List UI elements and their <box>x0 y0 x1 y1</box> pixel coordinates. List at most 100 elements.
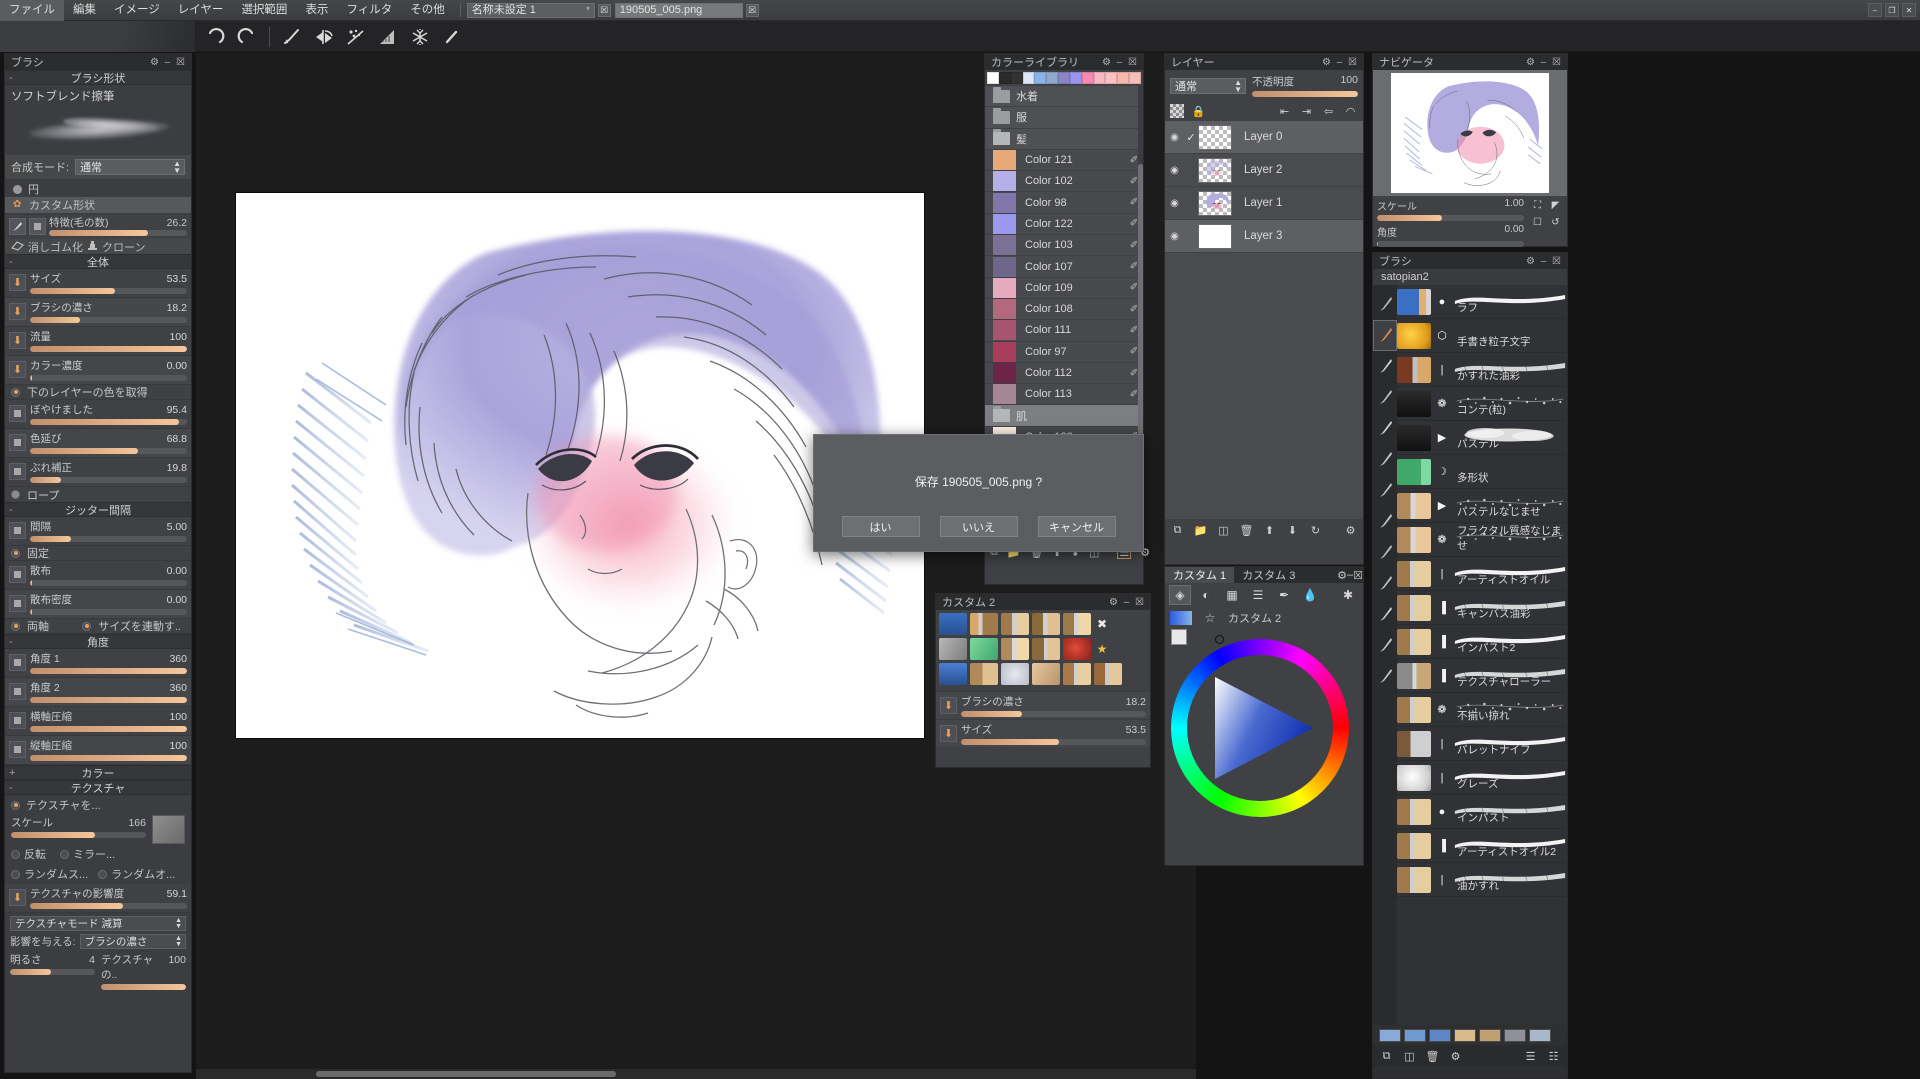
param-slider[interactable] <box>30 317 187 323</box>
custom2-brush-cell[interactable] <box>1094 663 1122 685</box>
color-list-item[interactable]: Color 103 ✐ <box>985 235 1143 257</box>
param-slider[interactable] <box>30 477 187 483</box>
texture-influence-slider[interactable] <box>30 903 187 909</box>
brush-swatch-3[interactable] <box>1454 1028 1476 1042</box>
undo-icon[interactable] <box>200 23 230 51</box>
menu-item-3[interactable]: レイヤー <box>169 0 233 21</box>
color-list-item[interactable]: Color 122 ✐ <box>985 213 1143 236</box>
color-chip[interactable] <box>993 192 1016 213</box>
brush-7-icon[interactable] <box>1373 568 1397 599</box>
sv-triangle[interactable] <box>1171 639 1349 817</box>
brush-5-icon[interactable] <box>1373 444 1397 475</box>
download-icon[interactable]: ⬇ <box>940 725 957 742</box>
color-chip[interactable] <box>993 277 1016 298</box>
brush-6-icon[interactable] <box>1373 475 1397 506</box>
add-folder-icon[interactable]: 📁 <box>1193 523 1208 538</box>
color-chip[interactable] <box>993 213 1016 234</box>
merge-up-icon[interactable]: ⇦ <box>1321 104 1336 119</box>
x-icon[interactable]: ✱ <box>1337 585 1359 605</box>
brush-4-icon[interactable] <box>1373 382 1397 413</box>
swatch-4[interactable] <box>1034 72 1047 84</box>
square-icon[interactable] <box>9 566 26 583</box>
radio-icon[interactable] <box>11 490 20 499</box>
panel-header[interactable]: カラーライブラリ ⚙ – ☒ <box>985 54 1143 70</box>
close-icon[interactable]: ☒ <box>1550 56 1563 69</box>
panel-header[interactable]: ブラシ ⚙ – ☒ <box>1373 253 1567 269</box>
shape-option-1[interactable]: ✿ カスタム形状 <box>5 197 191 213</box>
square-icon[interactable] <box>9 434 26 451</box>
download-icon[interactable]: ⬇ <box>9 332 26 349</box>
foreground-color-swatch[interactable] <box>1171 629 1187 645</box>
custom2-brush-cell[interactable] <box>1001 613 1029 635</box>
download-icon[interactable]: ⬇ <box>9 889 26 906</box>
color-folder[interactable]: 水着 <box>985 86 1143 108</box>
color-wheel[interactable] <box>1165 629 1363 854</box>
download-icon[interactable]: ⬇ <box>9 274 26 291</box>
brush-item[interactable]: ▶ パステルなじませ <box>1397 489 1567 523</box>
color-wheel-icon[interactable]: ◈ <box>1169 585 1191 605</box>
collapse-toggle[interactable]: - <box>9 72 13 84</box>
merge-down-icon[interactable]: ⇤ <box>1277 104 1292 119</box>
redo-icon[interactable] <box>232 23 262 51</box>
menu-item-5[interactable]: 表示 <box>296 0 337 21</box>
scatter-icon[interactable] <box>341 23 371 51</box>
list-view-icon[interactable]: ☰ <box>1523 1049 1538 1064</box>
angle-slider[interactable] <box>30 755 187 761</box>
custom2-brush-cell[interactable] <box>939 613 967 635</box>
custom2-brush-grid[interactable]: ✖ ★ <box>936 610 1150 691</box>
star-icon[interactable]: ☆ <box>1199 608 1221 628</box>
shape-option-0[interactable]: 円 <box>5 181 191 197</box>
brush-2-icon[interactable] <box>1373 320 1397 351</box>
color-list-item[interactable]: Color 121 ✐ <box>985 150 1143 172</box>
brush-icon[interactable]: ✒ <box>1273 585 1295 605</box>
scale-slider[interactable] <box>11 832 146 838</box>
custom-tab-0[interactable]: カスタム 1 <box>1165 567 1235 583</box>
download-icon[interactable]: ⬇ <box>940 697 957 714</box>
custom-row-2[interactable]: ☆ カスタム 2 <box>1165 607 1363 629</box>
trash-icon[interactable]: 🗑 <box>1239 523 1254 538</box>
invert-checkbox[interactable] <box>11 849 20 859</box>
eraser-icon[interactable] <box>10 240 25 254</box>
brush-8-icon[interactable] <box>1373 599 1397 630</box>
maximize-icon[interactable]: ❐ <box>1885 3 1899 17</box>
custom2-brush-cell[interactable] <box>939 663 967 685</box>
dialog-button-0[interactable]: はい <box>841 516 920 537</box>
collapse-toggle[interactable]: - <box>9 782 13 794</box>
layer-list[interactable]: ◉ ✓ Layer 0 ◉ Layer 2 ◉ Layer 1 ◉ Layer 3 <box>1165 121 1363 519</box>
custom2-brush-cell[interactable] <box>939 638 967 660</box>
gear-icon[interactable]: ⚙ <box>148 56 161 69</box>
random-offset-checkbox[interactable] <box>98 869 108 879</box>
minimize-icon[interactable]: – <box>1868 3 1882 17</box>
custom2-brush-cell[interactable] <box>970 613 998 635</box>
menu-item-4[interactable]: 選択範囲 <box>232 0 296 21</box>
section-all[interactable]: - 全体 <box>5 254 191 269</box>
radio-icon[interactable] <box>11 800 20 810</box>
close-icon[interactable]: ☒ <box>1346 56 1359 69</box>
gear-icon[interactable]: ⚙ <box>1337 569 1347 582</box>
blend-mode-select[interactable]: 通常 ▲ ▼ <box>75 159 185 175</box>
layer-row[interactable]: ◉ Layer 3 <box>1165 220 1363 253</box>
brush-category-rail[interactable] <box>1373 285 1397 1025</box>
close-icon[interactable]: ☒ <box>1550 255 1563 268</box>
scrollbar-thumb[interactable] <box>316 1071 616 1077</box>
layer-footer[interactable]: ⧉ 📁 ◫ 🗑 ⬆ ⬇ ↻ ⚙ <box>1165 519 1363 541</box>
radio-icon[interactable] <box>11 621 20 631</box>
brush-item[interactable]: ❁ 不揃い掠れ <box>1397 693 1567 727</box>
scale-slider[interactable] <box>1377 215 1524 221</box>
swatch-1[interactable] <box>998 72 1011 84</box>
brush-10-icon[interactable] <box>1373 661 1397 692</box>
color-list-item[interactable]: Color 108✐ <box>985 299 1143 321</box>
section-angle[interactable]: - 角度 <box>5 634 191 649</box>
visibility-icon[interactable]: ◉ <box>1165 198 1184 209</box>
dialog-button-2[interactable]: キャンセル <box>1037 516 1116 537</box>
color-chip[interactable] <box>993 235 1016 256</box>
brush-swatch-6[interactable] <box>1529 1028 1551 1042</box>
rope-row[interactable]: ロープ <box>5 487 191 502</box>
color-chip[interactable] <box>993 384 1016 405</box>
shape-option-list[interactable]: 円 ✿ カスタム形状 <box>5 179 191 215</box>
random-checkbox[interactable] <box>11 869 20 879</box>
biaxial-row[interactable]: 両軸 サイズを連動す.. <box>5 619 191 634</box>
visibility-icon[interactable]: ◉ <box>1165 231 1184 242</box>
swatch-5[interactable] <box>1046 72 1059 84</box>
menu-item-0[interactable]: ファイル <box>0 0 64 21</box>
